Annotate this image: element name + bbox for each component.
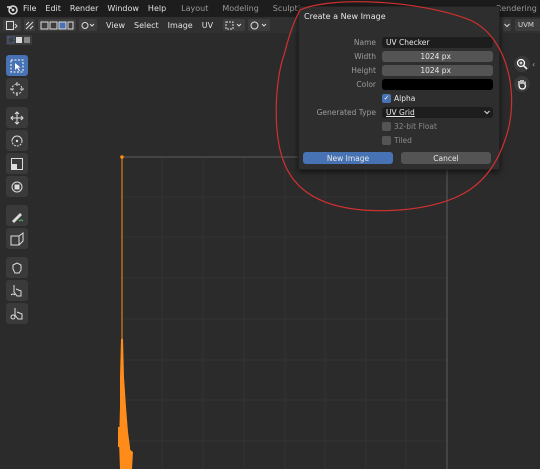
- menu-window[interactable]: Window: [107, 4, 139, 13]
- generated-type-row: Generated Type UV Grid: [299, 106, 499, 118]
- image-browse-chevron[interactable]: [503, 19, 511, 31]
- chevron-down-icon: [484, 110, 490, 114]
- move-tool-button[interactable]: [6, 107, 28, 128]
- alpha-label: Alpha: [394, 93, 416, 103]
- height-label: Height: [351, 65, 376, 75]
- float-checkbox[interactable]: 32-bit Float: [382, 121, 437, 131]
- alpha-checkbox[interactable]: ✓ Alpha: [382, 93, 416, 103]
- image-editor-icon: [6, 20, 18, 30]
- name-row: Name UV Checker: [299, 36, 499, 48]
- menu-image[interactable]: Image: [168, 21, 193, 30]
- grab-hand-icon: [12, 261, 22, 273]
- grab-tool-button[interactable]: [6, 257, 28, 278]
- alpha-row: ✓ Alpha: [299, 92, 499, 104]
- menu-view[interactable]: View: [106, 21, 125, 30]
- create-new-image-dialog: Create a New Image Name UV Checker Width…: [298, 6, 500, 170]
- color-swatch[interactable]: [382, 78, 493, 90]
- image-name-text: UVM: [518, 21, 534, 29]
- image-name-field[interactable]: UVM: [515, 19, 540, 31]
- dialog-title: Create a New Image: [304, 12, 386, 21]
- new-image-button-label: New Image: [326, 153, 370, 163]
- width-label: Width: [354, 51, 376, 61]
- selection-mode-buttons[interactable]: [38, 19, 76, 31]
- transform-tool-button[interactable]: [6, 176, 28, 197]
- cancel-button[interactable]: Cancel: [401, 152, 491, 164]
- sidebar-toggle-chevron-icon[interactable]: ‹: [532, 60, 535, 69]
- pivot-point-dropdown[interactable]: [223, 19, 246, 31]
- tiled-checkbox-box: [382, 135, 391, 145]
- transform-icon: [11, 181, 23, 192]
- menu-select[interactable]: Select: [134, 21, 159, 30]
- menu-render[interactable]: Render: [70, 4, 98, 13]
- pinch-hand-icon: [10, 307, 23, 319]
- snapping-dropdown[interactable]: [248, 19, 271, 31]
- sticky-selection-dropdown[interactable]: [79, 19, 97, 31]
- scale-icon: [11, 157, 23, 170]
- float-label: 32-bit Float: [394, 121, 437, 131]
- rip-region-icon: [10, 231, 24, 245]
- pan-view-hand-icon[interactable]: [514, 76, 530, 92]
- generated-type-dropdown[interactable]: UV Grid: [382, 106, 493, 118]
- menu-uv[interactable]: UV: [202, 21, 213, 30]
- sub-header: [0, 33, 60, 47]
- annotate-pencil-icon: [12, 212, 24, 223]
- scale-tool-button[interactable]: [6, 153, 28, 174]
- menu-help[interactable]: Help: [148, 4, 166, 13]
- float-row: 32-bit Float: [299, 120, 499, 132]
- generated-type-value: UV Grid: [386, 107, 415, 117]
- checkmark-icon: ✓: [382, 93, 391, 103]
- width-row: Width 1024 px: [299, 50, 499, 62]
- uv-sync-selection-icon[interactable]: [24, 19, 35, 31]
- workspace-tab-modeling[interactable]: Modeling: [222, 4, 258, 13]
- tool-shelf: [6, 55, 30, 326]
- tiled-row: Tiled: [299, 134, 499, 146]
- height-field[interactable]: 1024 px: [382, 64, 493, 76]
- rotate-tool-button[interactable]: [6, 130, 28, 151]
- workspace-tab-layout[interactable]: Layout: [181, 4, 208, 13]
- tiled-checkbox[interactable]: Tiled: [382, 135, 412, 145]
- cursor-tool-button[interactable]: [6, 78, 28, 99]
- uv-island-edges: [118, 155, 133, 469]
- rip-tool-button[interactable]: [6, 228, 28, 249]
- blender-logo-icon[interactable]: [5, 2, 19, 16]
- menu-file[interactable]: File: [23, 4, 36, 13]
- new-image-button[interactable]: New Image: [303, 152, 393, 164]
- width-field[interactable]: 1024 px: [382, 50, 493, 62]
- float-checkbox-box: [382, 121, 391, 131]
- height-row: Height 1024 px: [299, 64, 499, 76]
- tiled-label: Tiled: [394, 135, 412, 145]
- cancel-button-label: Cancel: [433, 153, 459, 163]
- rotate-icon: [11, 135, 23, 146]
- name-field[interactable]: UV Checker: [382, 36, 493, 48]
- name-label: Name: [353, 37, 376, 47]
- zoom-view-icon[interactable]: [514, 56, 530, 72]
- workspace-tab-rendering[interactable]: Rendering: [496, 4, 537, 13]
- select-box-mode-icon[interactable]: [6, 35, 32, 45]
- generated-type-label: Generated Type: [316, 107, 376, 117]
- annotate-tool-button[interactable]: [6, 205, 28, 226]
- select-cursor-icon: [10, 59, 24, 72]
- select-tool-button[interactable]: [6, 55, 28, 76]
- editor-type-dropdown[interactable]: [3, 19, 21, 31]
- menu-edit[interactable]: Edit: [45, 4, 61, 13]
- relax-tool-button[interactable]: [6, 280, 28, 301]
- relax-brush-icon: [10, 284, 22, 296]
- move-arrows-icon: [10, 110, 24, 125]
- color-row: Color: [299, 78, 499, 90]
- 3d-cursor-icon: [10, 81, 24, 96]
- pinch-tool-button[interactable]: [6, 303, 28, 324]
- color-label: Color: [356, 79, 376, 89]
